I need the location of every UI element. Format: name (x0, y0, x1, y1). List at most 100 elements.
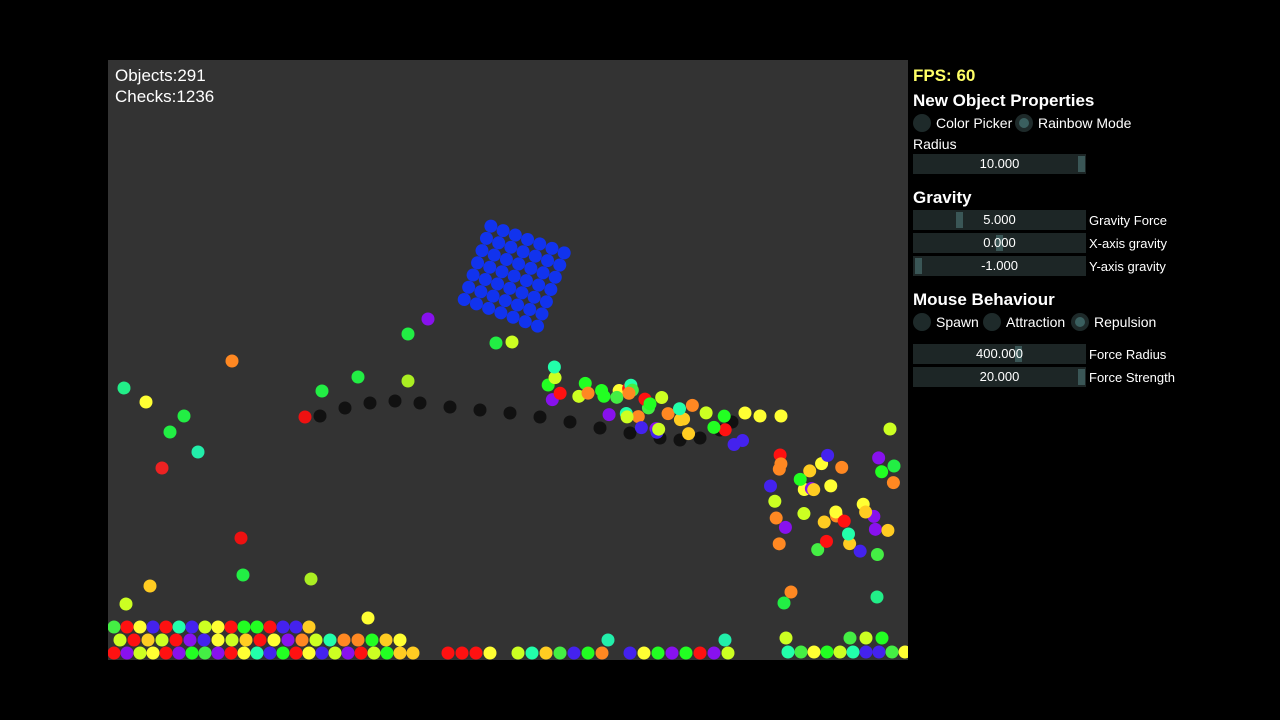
particle (211, 646, 225, 660)
force-strength-slider[interactable]: 20.000 (913, 367, 1086, 387)
box-particle (469, 297, 483, 311)
particle (553, 386, 567, 400)
particle (224, 620, 238, 634)
box-particle (545, 241, 559, 255)
force-radius-slider[interactable]: 400.000 (913, 344, 1086, 364)
box-particle (523, 302, 537, 316)
particle (185, 620, 199, 634)
particle (898, 645, 908, 659)
gravity-header: Gravity (913, 188, 972, 207)
particle (224, 646, 238, 660)
box-particle (499, 252, 513, 266)
radius-label: Radius (913, 136, 957, 152)
gravity-force-slider[interactable]: 5.000 (913, 210, 1086, 230)
repulsion-radio[interactable]: Repulsion (1071, 313, 1156, 331)
box-particle (504, 240, 518, 254)
simulation-canvas[interactable]: Objects:291 Checks:1236 (108, 60, 908, 660)
particle (768, 494, 782, 508)
particle (769, 511, 783, 525)
particle (289, 620, 303, 634)
particle (225, 354, 239, 368)
particle (159, 646, 173, 660)
radio-off-icon (913, 114, 931, 132)
rainbow-mode-radio[interactable]: Rainbow Mode (1015, 114, 1131, 132)
spawn-radio[interactable]: Spawn (913, 313, 979, 331)
box-particle (541, 254, 555, 268)
particle (883, 422, 897, 436)
particle (835, 460, 849, 474)
gravity-force-label: Gravity Force (1089, 213, 1168, 228)
rope-segment (693, 431, 707, 445)
particle (547, 360, 561, 374)
particle-scene[interactable] (108, 60, 908, 660)
particle (146, 620, 160, 634)
particle (421, 312, 435, 326)
box-particle (482, 301, 496, 315)
particle (807, 483, 821, 497)
box-particle (503, 281, 517, 295)
box-particle (492, 236, 506, 250)
particle (772, 537, 786, 551)
particle (843, 631, 857, 645)
particle (807, 645, 821, 659)
x-gravity-label: X-axis gravity (1089, 236, 1168, 251)
box-particle (506, 310, 520, 324)
force-strength-label: Force Strength (1089, 370, 1175, 385)
particle (406, 646, 420, 660)
color-picker-radio[interactable]: Color Picker (913, 114, 1012, 132)
particle (113, 633, 127, 647)
particle (717, 409, 731, 423)
fps-counter: FPS: 60 (913, 66, 976, 85)
particle (753, 409, 767, 423)
attraction-radio[interactable]: Attraction (983, 313, 1065, 331)
box-particle (496, 224, 510, 238)
radius-value: 10.000 (979, 156, 1020, 171)
box-particle (548, 270, 562, 284)
particle (108, 620, 121, 634)
particle (295, 633, 309, 647)
x-gravity-value: 0.000 (983, 235, 1016, 250)
box-particle (474, 285, 488, 299)
particle (120, 646, 134, 660)
box-particle (508, 228, 522, 242)
particle (859, 645, 873, 659)
particle (401, 374, 415, 388)
radio-on-icon (1015, 114, 1033, 132)
box-particle (518, 315, 532, 329)
particle (117, 381, 131, 395)
particle (738, 406, 752, 420)
particle (163, 425, 177, 439)
box-particle (483, 260, 497, 274)
box-particle (494, 306, 508, 320)
particle (139, 395, 153, 409)
objects-count: Objects:291 (115, 66, 206, 85)
particle (281, 633, 295, 647)
particle (341, 646, 355, 660)
particle (707, 420, 721, 434)
radius-slider[interactable]: 10.000 (913, 154, 1086, 174)
particle (781, 645, 795, 659)
radio-off-icon (983, 313, 1001, 331)
x-gravity-slider[interactable]: 0.000 (913, 233, 1086, 253)
particle (819, 534, 833, 548)
particle (276, 620, 290, 634)
rope-segment (623, 426, 637, 440)
particle (797, 507, 811, 521)
particle (155, 633, 169, 647)
checks-count: Checks:1236 (115, 87, 215, 106)
box-particle (475, 244, 489, 258)
particle (337, 633, 351, 647)
particle (793, 472, 807, 486)
settings-panel: FPS: 60 New Object Properties Color Pick… (908, 60, 1188, 400)
particle (237, 620, 251, 634)
y-gravity-slider[interactable]: -1.000 (913, 256, 1086, 276)
force-strength-value: 20.000 (979, 369, 1020, 384)
particle (354, 646, 368, 660)
particle (784, 585, 798, 599)
particle (859, 505, 873, 519)
particle (685, 398, 699, 412)
particle (511, 646, 525, 660)
mouse-behaviour-header: Mouse Behaviour (913, 290, 1055, 309)
particle (185, 646, 199, 660)
force-radius-label: Force Radius (1089, 347, 1167, 362)
